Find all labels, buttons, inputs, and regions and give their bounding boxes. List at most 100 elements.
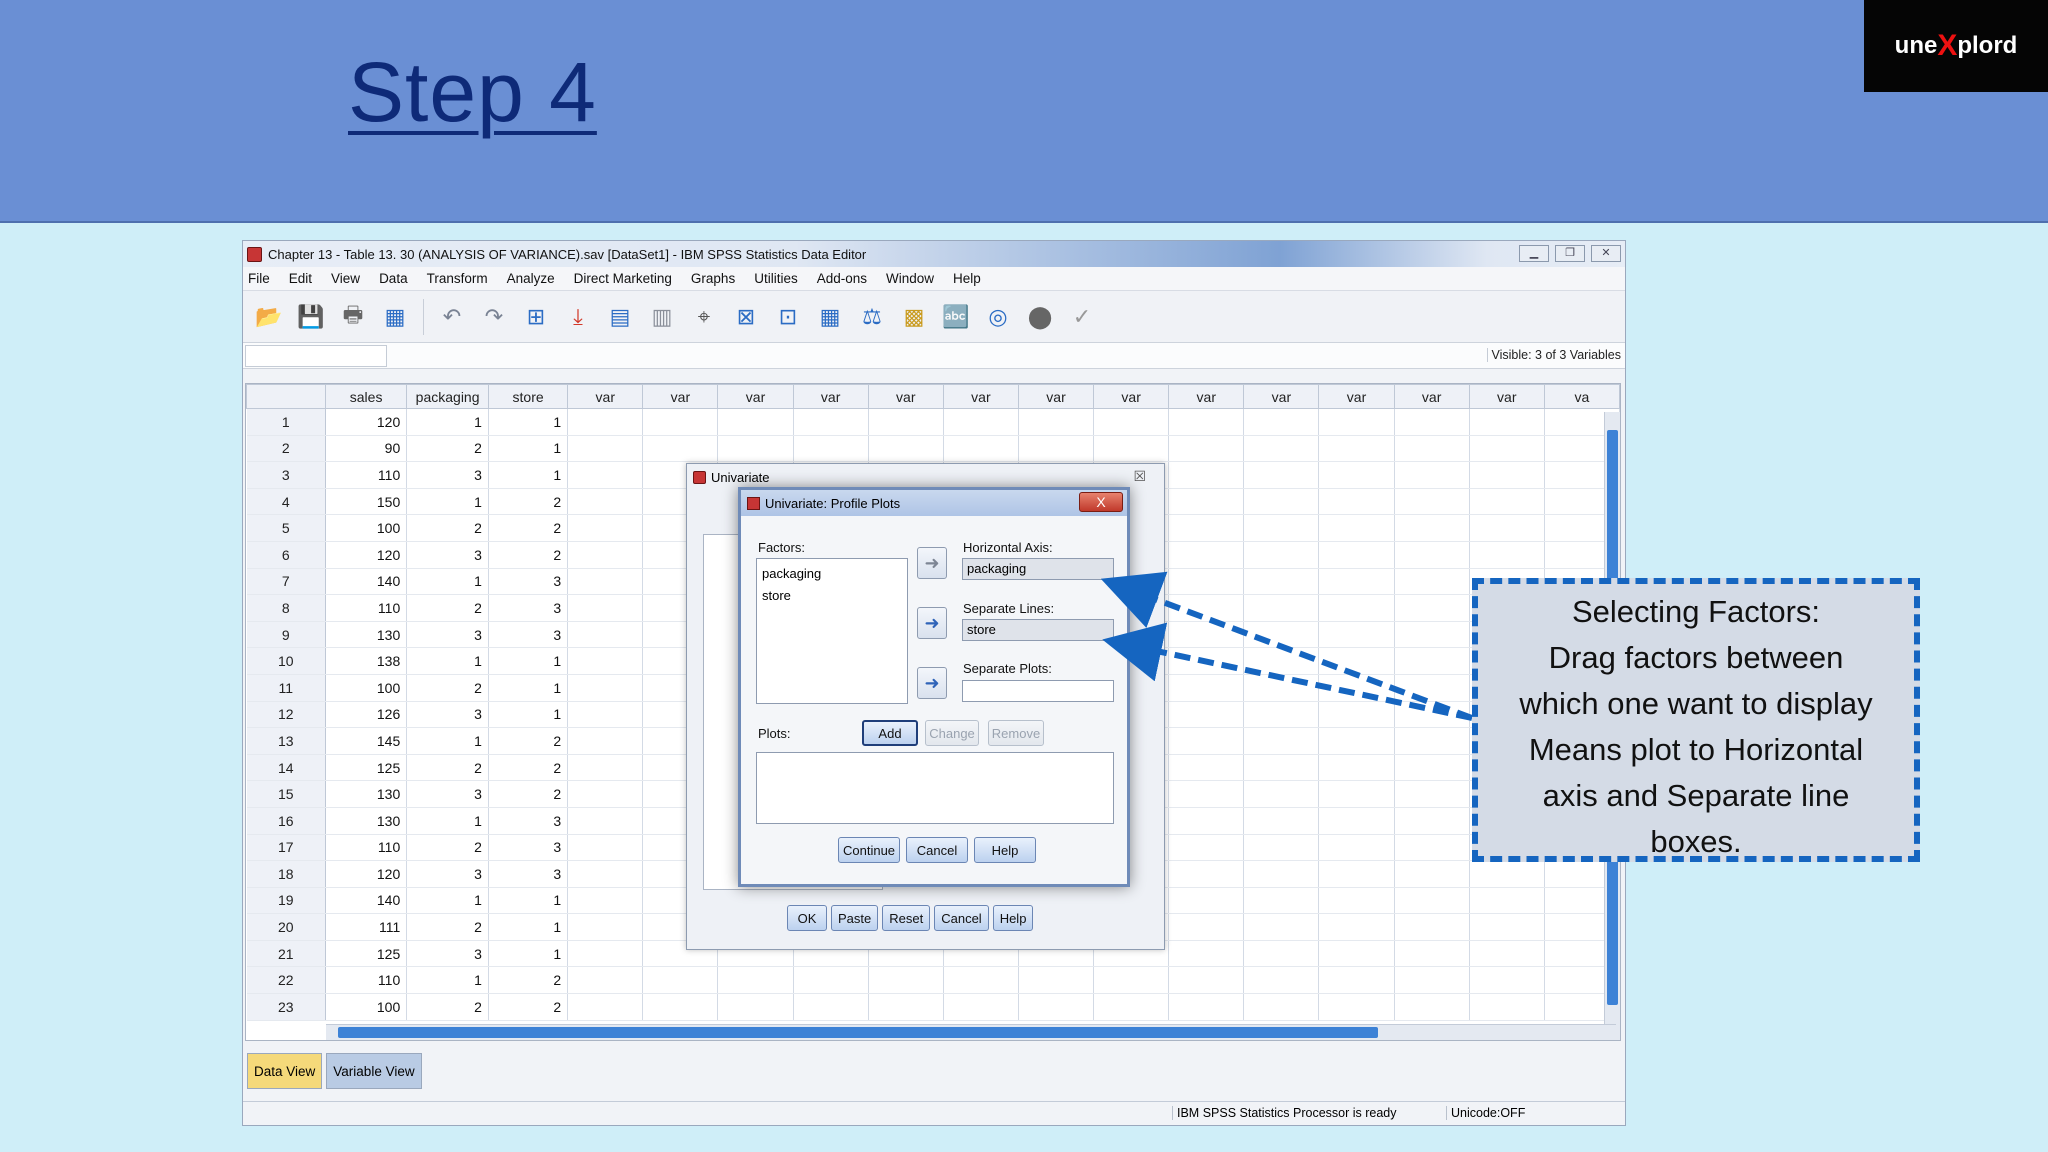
- menu-analyze[interactable]: Analyze: [507, 271, 555, 286]
- empty-cell[interactable]: [1243, 541, 1320, 569]
- data-cell[interactable]: 2: [406, 913, 489, 941]
- empty-cell[interactable]: [567, 461, 644, 489]
- undo-icon[interactable]: ↶: [434, 299, 470, 335]
- move-to-separate-plots-arrow-icon[interactable]: ➜: [917, 667, 947, 699]
- close-window-button[interactable]: ✕: [1591, 245, 1621, 262]
- data-cell[interactable]: 110: [325, 461, 408, 489]
- empty-cell[interactable]: [1394, 940, 1470, 968]
- empty-cell[interactable]: [1394, 514, 1470, 542]
- save-icon[interactable]: 💾: [293, 299, 329, 335]
- data-cell[interactable]: 3: [406, 780, 489, 808]
- empty-cell[interactable]: [1093, 993, 1170, 1021]
- empty-cell[interactable]: [1243, 435, 1320, 463]
- dialog-recall-icon[interactable]: ▦: [377, 299, 413, 335]
- empty-cell[interactable]: [1394, 966, 1470, 995]
- data-cell[interactable]: 1: [406, 727, 489, 755]
- empty-cell[interactable]: [1318, 594, 1395, 622]
- empty-cell[interactable]: [1093, 435, 1170, 463]
- empty-cell[interactable]: [1168, 514, 1245, 542]
- empty-cell[interactable]: [567, 568, 644, 596]
- empty-cell[interactable]: [1243, 887, 1320, 915]
- empty-cell[interactable]: [1243, 647, 1320, 675]
- data-cell[interactable]: 2: [488, 514, 569, 542]
- row-number[interactable]: 21: [246, 940, 326, 968]
- data-cell[interactable]: 90: [325, 435, 408, 463]
- data-cell[interactable]: 3: [406, 940, 489, 968]
- empty-cell[interactable]: [1318, 754, 1395, 782]
- column-header[interactable]: var: [1393, 384, 1470, 409]
- empty-cell[interactable]: [1243, 674, 1320, 702]
- empty-cell[interactable]: [1168, 541, 1245, 569]
- insert-variable-icon[interactable]: ⊡: [770, 299, 806, 335]
- column-header[interactable]: var: [942, 384, 1019, 409]
- empty-cell[interactable]: [1394, 807, 1470, 835]
- empty-cell[interactable]: [567, 488, 644, 516]
- data-cell[interactable]: 130: [325, 621, 408, 649]
- empty-cell[interactable]: [1469, 488, 1545, 516]
- data-cell[interactable]: 1: [406, 887, 489, 915]
- empty-cell[interactable]: [793, 408, 869, 436]
- factors-list[interactable]: packaging store: [756, 558, 908, 704]
- empty-cell[interactable]: [567, 647, 644, 675]
- empty-cell[interactable]: [717, 966, 794, 995]
- empty-cell[interactable]: [1469, 541, 1545, 569]
- empty-cell[interactable]: [567, 913, 644, 941]
- empty-cell[interactable]: [1394, 488, 1470, 516]
- empty-cell[interactable]: [1394, 754, 1470, 782]
- row-number[interactable]: 12: [246, 701, 326, 729]
- empty-cell[interactable]: [943, 408, 1019, 436]
- menu-transform[interactable]: Transform: [427, 271, 488, 286]
- empty-cell[interactable]: [1394, 435, 1470, 463]
- split-file-icon[interactable]: ▦: [812, 299, 848, 335]
- row-number[interactable]: 14: [246, 754, 326, 782]
- row-number[interactable]: 23: [246, 993, 326, 1021]
- column-header[interactable]: sales: [324, 384, 408, 409]
- row-number[interactable]: 3: [246, 461, 326, 489]
- data-cell[interactable]: 2: [488, 541, 569, 569]
- data-cell[interactable]: 1: [406, 408, 489, 436]
- empty-cell[interactable]: [567, 966, 644, 995]
- add-button[interactable]: Add: [862, 720, 918, 746]
- empty-cell[interactable]: [567, 887, 644, 915]
- empty-cell[interactable]: [1243, 727, 1320, 755]
- empty-cell[interactable]: [1318, 568, 1395, 596]
- empty-cell[interactable]: [1394, 408, 1470, 436]
- menu-data[interactable]: Data: [379, 271, 408, 286]
- data-cell[interactable]: 2: [406, 834, 489, 862]
- empty-cell[interactable]: [567, 674, 644, 702]
- empty-cell[interactable]: [1243, 461, 1320, 489]
- univariate-close-button[interactable]: ☒: [1133, 468, 1146, 485]
- data-cell[interactable]: 2: [488, 780, 569, 808]
- empty-cell[interactable]: [717, 408, 794, 436]
- empty-cell[interactable]: [1469, 435, 1545, 463]
- corner-cell[interactable]: [246, 384, 326, 409]
- data-cell[interactable]: 125: [325, 754, 408, 782]
- redo-icon[interactable]: ↷: [476, 299, 512, 335]
- profile-close-button[interactable]: X: [1079, 492, 1123, 512]
- data-cell[interactable]: 145: [325, 727, 408, 755]
- menu-view[interactable]: View: [331, 271, 360, 286]
- empty-cell[interactable]: [1018, 966, 1095, 995]
- empty-cell[interactable]: [1394, 780, 1470, 808]
- empty-cell[interactable]: [567, 993, 644, 1021]
- separate-plots-field[interactable]: [962, 680, 1114, 702]
- row-number[interactable]: 18: [246, 860, 326, 888]
- empty-cell[interactable]: [642, 435, 719, 463]
- data-cell[interactable]: 1: [488, 674, 569, 702]
- empty-cell[interactable]: [1318, 940, 1395, 968]
- row-number[interactable]: 16: [246, 807, 326, 835]
- data-cell[interactable]: 3: [406, 621, 489, 649]
- univariate-paste-button[interactable]: Paste: [831, 905, 879, 931]
- empty-cell[interactable]: [1168, 701, 1245, 729]
- menu-window[interactable]: Window: [886, 271, 934, 286]
- print-icon[interactable]: 🖶: [335, 299, 371, 335]
- data-cell[interactable]: 1: [488, 461, 569, 489]
- data-cell[interactable]: 1: [406, 807, 489, 835]
- empty-cell[interactable]: [642, 966, 719, 995]
- empty-cell[interactable]: [868, 408, 944, 436]
- data-cell[interactable]: 2: [406, 514, 489, 542]
- empty-cell[interactable]: [1318, 514, 1395, 542]
- empty-cell[interactable]: [1394, 541, 1470, 569]
- change-button[interactable]: Change: [925, 720, 979, 746]
- table-row[interactable]: 23 100 2 2: [246, 993, 1620, 1021]
